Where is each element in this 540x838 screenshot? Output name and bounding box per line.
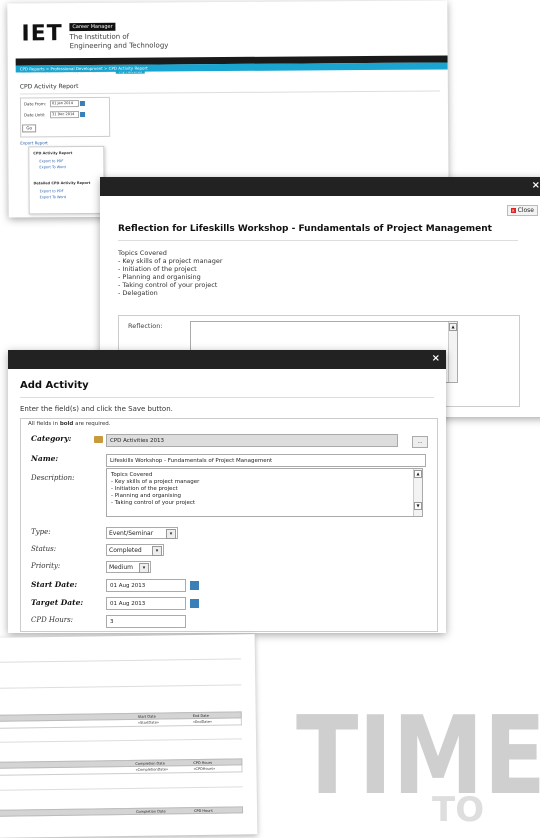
export-word-link[interactable]: Export To Word (39, 165, 65, 169)
instructions: Enter the field(s) and click the Save bu… (20, 405, 173, 413)
scroll-up-icon[interactable]: ▲ (449, 323, 457, 331)
date-until-label: Date Until: (24, 112, 46, 118)
modal-titlebar: × (100, 177, 540, 196)
description-textarea[interactable]: Topics Covered - Key skills of a project… (106, 468, 423, 517)
name-label: Name: (31, 454, 59, 463)
time-headline-graphic: TIME TO (296, 694, 540, 823)
name-input[interactable]: Lifeskills Workshop - Fundamentals of Pr… (106, 454, 426, 467)
category-input[interactable]: CPD Activities 2013 (106, 434, 398, 447)
target-date-label: Target Date: (31, 598, 84, 607)
start-date-label: Start Date: (31, 580, 78, 589)
divider (0, 786, 243, 791)
table-header: Completion Date CPD Hours (0, 806, 244, 817)
divider (0, 684, 242, 689)
export-report-link[interactable]: Export Report (20, 140, 48, 145)
target-date-input[interactable]: 01 Aug 2013 (106, 597, 186, 610)
export-pdf-link[interactable]: Export to PDF (39, 159, 63, 163)
career-manager-tag: Career Manager (69, 22, 116, 32)
scroll-up-icon[interactable]: ▲ (414, 470, 422, 478)
export-detailed-pdf-link[interactable]: Export to PDF (40, 189, 64, 193)
priority-select[interactable]: Medium ▾ (106, 561, 151, 573)
institution-name: The Institution of Engineering and Techn… (69, 32, 169, 51)
to-word: TO (432, 790, 484, 823)
divider (19, 90, 440, 95)
close-icon: ✕ (510, 208, 516, 213)
export-menu: CPD Activity Report Export to PDF Export… (28, 145, 105, 215)
go-button[interactable]: Go (22, 124, 37, 133)
reflection-label: Reflection: (128, 322, 163, 330)
status-label: Status: (31, 545, 57, 553)
required-note: All fields in bold are required. (28, 421, 111, 427)
close-button-label: Close (517, 207, 534, 214)
export-detailed-word-link[interactable]: Export To Word (40, 195, 66, 199)
status-select[interactable]: Completed ▾ (106, 544, 164, 556)
report-title: CPD Activity Report (19, 83, 79, 91)
chevron-down-icon: ▾ (166, 529, 176, 539)
calendar-icon[interactable] (190, 581, 199, 590)
description-label: Description: (31, 474, 75, 482)
divider (0, 658, 241, 663)
divider (0, 738, 243, 743)
start-date-input[interactable]: 01 Aug 2013 (106, 579, 186, 592)
category-browse-button[interactable]: ... (412, 436, 428, 448)
date-from-calendar-icon[interactable] (79, 100, 85, 107)
folder-icon (94, 436, 103, 443)
date-from-input[interactable]: 01 Jan 2014 (49, 100, 79, 108)
divider (118, 240, 518, 241)
iet-logo: IET (21, 21, 63, 47)
close-button[interactable]: ✕ Close (506, 205, 538, 216)
scrollbar[interactable]: ▲ ▼ (413, 469, 422, 516)
category-label: Category: (31, 434, 72, 443)
topics-list: Topics Covered - Key skills of a project… (118, 249, 223, 297)
export-section2-title: Detailed CPD Activity Report (33, 180, 91, 186)
close-icon[interactable]: × (432, 353, 440, 364)
modal-titlebar: × (8, 350, 446, 369)
cpd-hours-input[interactable]: 3 (106, 615, 186, 628)
calendar-icon[interactable] (190, 599, 199, 608)
add-activity-modal: × Add Activity Enter the field(s) and cl… (8, 350, 446, 633)
type-label: Type: (31, 528, 51, 536)
date-from-label: Date From: (23, 101, 47, 107)
chevron-down-icon: ▾ (139, 563, 149, 573)
chevron-down-icon: ▾ (152, 546, 162, 556)
modal-title: Add Activity (20, 380, 89, 391)
close-icon[interactable]: × (532, 180, 540, 191)
type-select[interactable]: Event/Seminar ▾ (106, 527, 178, 539)
divider (20, 397, 434, 398)
priority-label: Priority: (31, 562, 61, 570)
report-template-page: Start Date End Date » «StartDate» «EndDa… (0, 634, 258, 838)
scroll-down-icon[interactable]: ▼ (414, 502, 422, 510)
time-word: TIME (296, 694, 540, 819)
date-until-calendar-icon[interactable] (80, 111, 86, 118)
reflection-title: Reflection for Lifeskills Workshop - Fun… (118, 224, 492, 234)
export-section1-title: CPD Activity Report (33, 151, 73, 156)
scrollbar[interactable]: ▲ (448, 322, 457, 382)
cpd-hours-label: CPD Hours: (31, 616, 74, 624)
date-until-input[interactable]: 31 Dec 2014 (50, 111, 80, 119)
